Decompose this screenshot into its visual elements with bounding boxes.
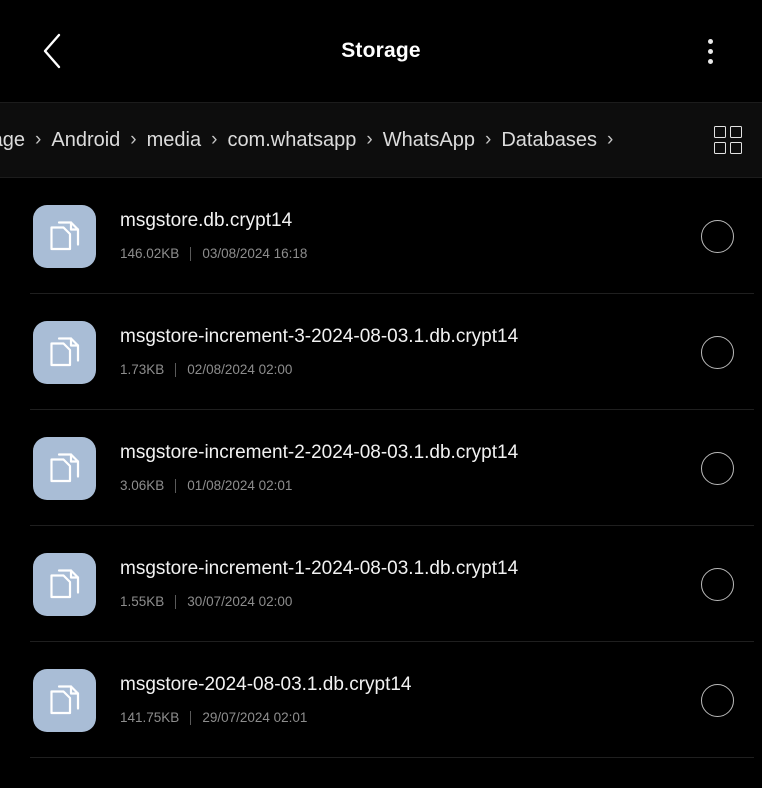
metadata-separator — [175, 595, 177, 609]
file-row[interactable]: msgstore-increment-3-2024-08-03.1.db.cry… — [0, 294, 762, 410]
metadata-separator — [175, 363, 177, 377]
file-info: msgstore-2024-08-03.1.db.crypt14 141.75K… — [96, 674, 701, 726]
breadcrumb-separator-icon: › — [130, 129, 137, 150]
file-select-checkbox[interactable] — [701, 567, 734, 601]
more-vertical-icon-dot — [707, 58, 713, 64]
file-info: msgstore-increment-3-2024-08-03.1.db.cry… — [96, 326, 701, 378]
breadcrumb-separator-icon: › — [485, 129, 492, 150]
file-select-checkbox[interactable] — [701, 219, 734, 253]
file-row[interactable]: msgstore-increment-1-2024-08-03.1.db.cry… — [0, 526, 762, 642]
document-file-icon — [33, 668, 96, 732]
file-name: msgstore-increment-1-2024-08-03.1.db.cry… — [120, 558, 519, 579]
file-metadata: 1.73KB 02/08/2024 02:00 — [120, 362, 689, 378]
file-metadata: 3.06KB 01/08/2024 02:01 — [120, 478, 689, 494]
document-file-icon-glyph — [49, 453, 79, 483]
file-row[interactable]: msgstore-increment-2-2024-08-03.1.db.cry… — [0, 410, 762, 526]
metadata-separator — [175, 479, 177, 493]
document-file-icon — [33, 436, 96, 500]
more-vertical-icon-dot — [707, 48, 713, 54]
grid-view-icon-cell — [730, 142, 742, 154]
document-file-icon-glyph — [49, 221, 79, 251]
file-size: 146.02KB — [120, 246, 180, 261]
more-vertical-icon-dot — [707, 38, 713, 44]
breadcrumb-item-1[interactable]: Android — [48, 129, 123, 152]
document-file-icon-glyph — [49, 685, 79, 715]
file-select-checkbox[interactable] — [701, 451, 734, 485]
file-info: msgstore-increment-1-2024-08-03.1.db.cry… — [96, 558, 701, 610]
document-file-icon-glyph — [49, 569, 79, 599]
breadcrumb-item-2[interactable]: media — [144, 129, 204, 152]
file-list: msgstore.db.crypt14 146.02KB 03/08/2024 … — [0, 178, 762, 788]
file-date: 30/07/2024 02:00 — [187, 594, 293, 609]
grid-view-icon-cell — [714, 126, 726, 138]
document-file-icon-glyph — [49, 337, 79, 367]
grid-view-icon-cell — [714, 142, 726, 154]
file-select-checkbox[interactable] — [701, 335, 734, 369]
document-file-icon — [33, 320, 96, 384]
breadcrumb-separator-icon: › — [35, 129, 42, 150]
document-file-icon — [33, 204, 96, 268]
file-name: msgstore-increment-3-2024-08-03.1.db.cry… — [120, 326, 519, 347]
file-row[interactable]: msgstore.db.crypt14 146.02KB 03/08/2024 … — [0, 178, 762, 294]
file-date: 03/08/2024 16:18 — [202, 246, 308, 261]
file-metadata: 146.02KB 03/08/2024 16:18 — [120, 246, 689, 262]
file-size: 141.75KB — [120, 710, 180, 725]
breadcrumb-separator-icon: › — [211, 129, 218, 150]
document-file-icon — [33, 552, 96, 616]
file-name: msgstore.db.crypt14 — [120, 210, 293, 231]
app-header: Storage — [0, 0, 762, 102]
file-row[interactable]: msgstore-2024-08-03.1.db.crypt14 141.75K… — [0, 642, 762, 758]
file-size: 3.06KB — [120, 478, 165, 493]
file-select-checkbox[interactable] — [701, 683, 734, 717]
file-name: msgstore-increment-2-2024-08-03.1.db.cry… — [120, 442, 519, 463]
file-metadata: 1.55KB 30/07/2024 02:00 — [120, 594, 689, 610]
file-date: 02/08/2024 02:00 — [187, 362, 293, 377]
file-info: msgstore.db.crypt14 146.02KB 03/08/2024 … — [96, 210, 701, 262]
file-info: msgstore-increment-2-2024-08-03.1.db.cry… — [96, 442, 701, 494]
file-date: 01/08/2024 02:01 — [187, 478, 293, 493]
file-size: 1.55KB — [120, 594, 165, 609]
breadcrumb-item-4[interactable]: WhatsApp — [380, 129, 478, 152]
breadcrumb: rage › Android › media › com.whatsapp › … — [0, 129, 700, 152]
file-metadata: 141.75KB 29/07/2024 02:01 — [120, 710, 689, 726]
file-size: 1.73KB — [120, 362, 165, 377]
breadcrumb-item-5[interactable]: Databases — [498, 129, 600, 152]
file-date: 29/07/2024 02:01 — [202, 710, 308, 725]
breadcrumb-separator-icon: › — [606, 129, 614, 150]
metadata-separator — [190, 247, 192, 261]
grid-view-icon[interactable] — [706, 118, 750, 162]
metadata-separator — [190, 711, 192, 725]
page-title: Storage — [341, 39, 421, 62]
breadcrumb-item-3[interactable]: com.whatsapp — [224, 129, 359, 152]
more-options-button[interactable] — [688, 25, 732, 77]
storage-file-browser-screen: Storage rage › Android › media › com.wha… — [0, 0, 762, 788]
breadcrumb-separator-icon: › — [366, 129, 373, 150]
breadcrumb-item-0[interactable]: rage — [0, 129, 28, 152]
grid-view-icon-cell — [730, 126, 742, 138]
file-name: msgstore-2024-08-03.1.db.crypt14 — [120, 674, 412, 695]
breadcrumb-bar: rage › Android › media › com.whatsapp › … — [0, 102, 762, 178]
